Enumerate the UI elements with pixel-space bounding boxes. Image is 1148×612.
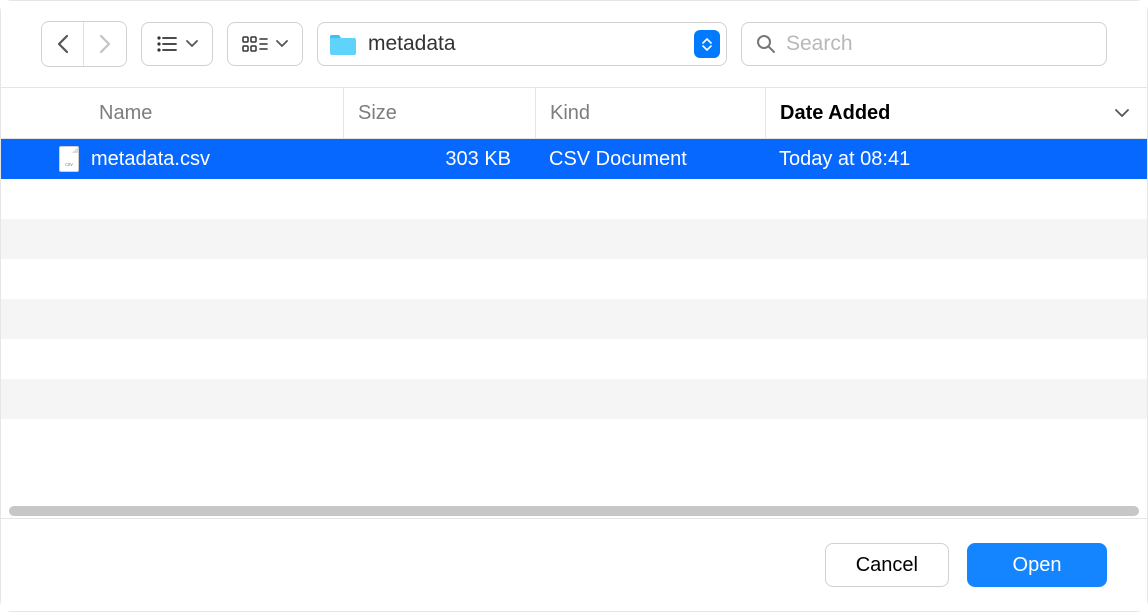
column-header-date-label: Date Added [780,102,890,125]
chevron-down-icon [186,40,198,48]
empty-row [1,299,1147,339]
search-input[interactable] [786,32,1092,56]
list-view-icon [156,35,178,53]
chevron-down-icon [276,40,288,48]
folder-icon [328,31,358,57]
column-header-row: Name Size Kind Date Added [1,87,1147,139]
column-header-date-added[interactable]: Date Added [765,88,1147,138]
csv-file-icon: csv [59,146,79,172]
open-button[interactable]: Open [967,543,1107,587]
chevron-left-icon [56,34,70,54]
file-kind-cell: CSV Document [535,139,765,179]
column-header-name[interactable]: Name [1,88,343,138]
group-by-button[interactable] [227,22,303,66]
view-mode-list-button[interactable] [141,22,213,66]
nav-group [41,21,127,67]
forward-button[interactable] [84,22,126,66]
file-date-cell: Today at 08:41 [765,139,1147,179]
empty-row [1,179,1147,219]
empty-row [1,339,1147,379]
file-row[interactable]: csv metadata.csv 303 KB CSV Document Tod… [1,139,1147,179]
empty-row [1,259,1147,299]
group-icon [242,35,268,53]
file-name: metadata.csv [91,148,210,171]
file-list: csv metadata.csv 303 KB CSV Document Tod… [1,139,1147,504]
column-header-size[interactable]: Size [343,88,535,138]
cancel-button[interactable]: Cancel [825,543,949,587]
search-bar[interactable] [741,22,1107,66]
column-header-kind[interactable]: Kind [535,88,765,138]
path-dropdown-icon [694,30,720,58]
horizontal-scrollbar[interactable] [1,504,1147,518]
search-icon [756,34,776,54]
chevron-down-icon [1115,109,1129,118]
path-label: metadata [368,32,684,56]
empty-row [1,219,1147,259]
toolbar: metadata [1,1,1147,87]
scrollbar-thumb[interactable] [9,506,1139,516]
back-button[interactable] [42,22,84,66]
dialog-footer: Cancel Open [1,518,1147,611]
chevron-right-icon [98,34,112,54]
file-size-cell: 303 KB [343,139,535,179]
file-name-cell: csv metadata.csv [1,139,343,179]
path-selector[interactable]: metadata [317,22,727,66]
empty-row [1,379,1147,419]
